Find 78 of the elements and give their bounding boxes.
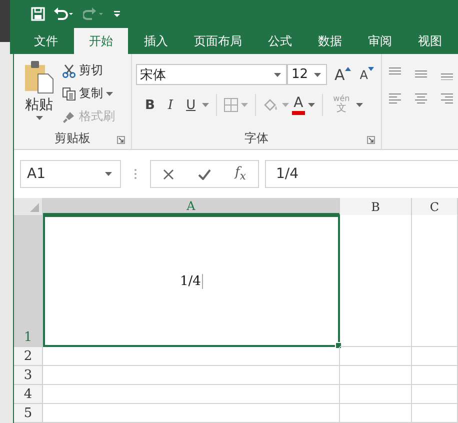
- caret-icon: [240, 103, 248, 107]
- cancel-icon[interactable]: [163, 168, 174, 180]
- table-cell[interactable]: [340, 347, 412, 366]
- ribbon-tab[interactable]: 插入: [134, 28, 178, 54]
- select-all-corner[interactable]: [14, 198, 43, 215]
- table-cell[interactable]: [340, 404, 412, 423]
- column-header[interactable]: C: [412, 198, 458, 215]
- ribbon-tab[interactable]: 数据: [308, 28, 352, 54]
- font-color-button[interactable]: A: [292, 95, 306, 115]
- ribbon-tab[interactable]: 公式: [258, 28, 302, 54]
- clipboard-icon: [23, 60, 55, 94]
- ribbon-tab[interactable]: 文件: [24, 28, 68, 54]
- bold-button[interactable]: B: [142, 95, 158, 115]
- caret-icon: [105, 172, 112, 176]
- ribbon-tab[interactable]: 页面布局: [184, 28, 252, 54]
- caret-icon: [314, 72, 321, 76]
- checkmark-icon[interactable]: [198, 168, 212, 180]
- name-box[interactable]: A1: [20, 160, 121, 188]
- insert-function-button[interactable]: f$_{x}$: [235, 165, 246, 183]
- column-header[interactable]: B: [340, 198, 412, 215]
- formula-input[interactable]: 1/4: [265, 160, 458, 188]
- align-icon[interactable]: [388, 92, 402, 106]
- grow-font-button[interactable]: A: [332, 64, 354, 84]
- table-cell[interactable]: [43, 366, 340, 385]
- group-label: 剪贴板: [54, 130, 90, 146]
- triangle-icon: [30, 203, 39, 212]
- brush-icon: [62, 110, 76, 124]
- copy-icon: [62, 86, 76, 100]
- table-cell[interactable]: [412, 404, 458, 423]
- align-icon[interactable]: [440, 92, 454, 106]
- table-cell[interactable]: [43, 404, 340, 423]
- table-cell[interactable]: [340, 366, 412, 385]
- caret-icon: [356, 103, 363, 107]
- group-label: 字体: [244, 130, 268, 146]
- dialog-launcher-icon[interactable]: [367, 136, 375, 144]
- table-cell[interactable]: [412, 215, 458, 347]
- table-cell[interactable]: [43, 347, 340, 366]
- grip-icon[interactable]: [134, 168, 137, 180]
- active-cell[interactable]: 1/4: [43, 215, 340, 347]
- align-icon[interactable]: [414, 92, 428, 106]
- row-header[interactable]: 5: [14, 404, 43, 423]
- caret-icon: [36, 116, 42, 120]
- table-cell[interactable]: [340, 215, 412, 347]
- underline-button[interactable]: U: [183, 95, 199, 115]
- column-header[interactable]: A: [43, 198, 340, 215]
- table-cell[interactable]: [412, 385, 458, 404]
- row-header[interactable]: 3: [14, 366, 43, 385]
- table-cell[interactable]: [412, 366, 458, 385]
- increase-arrow-icon: [344, 66, 351, 70]
- italic-button[interactable]: I: [164, 95, 176, 115]
- caret-icon: [202, 103, 209, 107]
- paste-button[interactable]: 粘贴: [18, 58, 60, 127]
- save-icon[interactable]: [31, 6, 45, 21]
- ribbon-tab[interactable]: 开始: [74, 28, 128, 54]
- caret-icon: [282, 103, 289, 107]
- cut-button[interactable]: 剪切: [60, 60, 117, 81]
- caret-icon: [106, 92, 113, 96]
- font-size-dropdown[interactable]: 12: [287, 64, 327, 85]
- fill-bucket-icon[interactable]: [262, 98, 279, 112]
- caret-icon: [274, 72, 282, 76]
- decrease-arrow-icon: [368, 66, 374, 70]
- customize-icon[interactable]: [113, 8, 121, 19]
- scissors-icon: [62, 64, 76, 78]
- caret-icon: [308, 103, 316, 107]
- row-header[interactable]: 1: [14, 215, 43, 347]
- ribbon-tab[interactable]: 视图: [408, 28, 452, 54]
- dialog-launcher-icon[interactable]: [117, 136, 125, 144]
- row-header[interactable]: 2: [14, 347, 43, 366]
- font-name-dropdown[interactable]: 宋体: [136, 64, 288, 85]
- shrink-font-button[interactable]: A: [356, 64, 377, 84]
- row-header[interactable]: 4: [14, 385, 43, 404]
- ribbon-tab[interactable]: 审阅: [358, 28, 402, 54]
- table-cell[interactable]: [412, 347, 458, 366]
- copy-button[interactable]: 复制: [60, 83, 117, 104]
- undo-icon[interactable]: [53, 6, 75, 21]
- table-cell[interactable]: [43, 385, 340, 404]
- borders-icon[interactable]: [224, 98, 238, 112]
- table-cell[interactable]: [340, 385, 412, 404]
